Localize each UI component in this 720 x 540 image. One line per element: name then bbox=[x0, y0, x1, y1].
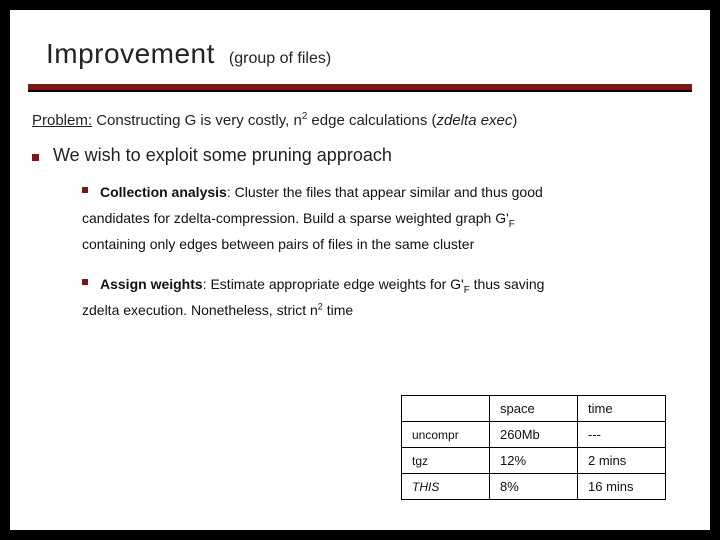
comparison-table: space time uncompr 260Mb --- tgz 12% 2 m… bbox=[401, 395, 666, 500]
table-cell: THIS bbox=[402, 474, 490, 500]
slide-title: Improvement bbox=[46, 38, 215, 70]
sub-bullet-1-lead: Collection analysis bbox=[100, 184, 227, 200]
table-cell: 2 mins bbox=[578, 448, 666, 474]
table-cell: 16 mins bbox=[578, 474, 666, 500]
table-row: tgz 12% 2 mins bbox=[402, 448, 666, 474]
sub-bullet-2-line1: Assign weights: Estimate appropriate edg… bbox=[82, 272, 670, 298]
sub-bullet-1-line1: Collection analysis: Cluster the files t… bbox=[82, 180, 670, 206]
sub-bullet-2-line2: zdelta execution. Nonetheless, strict n2… bbox=[82, 298, 670, 324]
bullet-1: We wish to exploit some pruning approach bbox=[10, 129, 710, 166]
problem-text-b: edge calculations ( bbox=[307, 112, 436, 129]
table-cell: 8% bbox=[490, 474, 578, 500]
sub-bullet-1-line3: containing only edges between pairs of f… bbox=[82, 232, 670, 258]
problem-text-a: Constructing G is very costly, n bbox=[92, 112, 302, 129]
problem-statement: Problem: Constructing G is very costly, … bbox=[10, 92, 710, 129]
table-row: THIS 8% 16 mins bbox=[402, 474, 666, 500]
table-cell: tgz bbox=[402, 448, 490, 474]
table-cell: 12% bbox=[490, 448, 578, 474]
sub-bullet-2-text: Assign weights: Estimate appropriate edg… bbox=[100, 272, 544, 298]
table-cell bbox=[402, 396, 490, 422]
slide-subtitle: (group of files) bbox=[229, 50, 331, 68]
slide: Improvement (group of files) Problem: Co… bbox=[10, 10, 710, 530]
table-row: uncompr 260Mb --- bbox=[402, 422, 666, 448]
bullet-icon bbox=[32, 154, 39, 161]
table-cell: space bbox=[490, 396, 578, 422]
title-row: Improvement (group of files) bbox=[10, 10, 710, 78]
sub-bullet-1: Collection analysis: Cluster the files t… bbox=[10, 166, 710, 258]
table-cell: time bbox=[578, 396, 666, 422]
bullet-icon bbox=[82, 187, 88, 193]
sub-bullet-2: Assign weights: Estimate appropriate edg… bbox=[10, 258, 710, 324]
bullet-icon bbox=[82, 279, 88, 285]
table: space time uncompr 260Mb --- tgz 12% 2 m… bbox=[401, 395, 666, 500]
table-cell: --- bbox=[578, 422, 666, 448]
table-cell: uncompr bbox=[402, 422, 490, 448]
sub-bullet-2-lead: Assign weights bbox=[100, 276, 203, 292]
horizontal-rule bbox=[28, 84, 692, 92]
sub-bullet-1-text: Collection analysis: Cluster the files t… bbox=[100, 180, 543, 206]
sub-bullet-1-line2: candidates for zdelta-compression. Build… bbox=[82, 206, 670, 232]
problem-italic: zdelta exec bbox=[437, 112, 513, 129]
table-cell: 260Mb bbox=[490, 422, 578, 448]
problem-label: Problem: bbox=[32, 112, 92, 129]
bullet-1-text: We wish to exploit some pruning approach bbox=[53, 145, 392, 166]
problem-close: ) bbox=[512, 112, 517, 129]
table-row: space time bbox=[402, 396, 666, 422]
